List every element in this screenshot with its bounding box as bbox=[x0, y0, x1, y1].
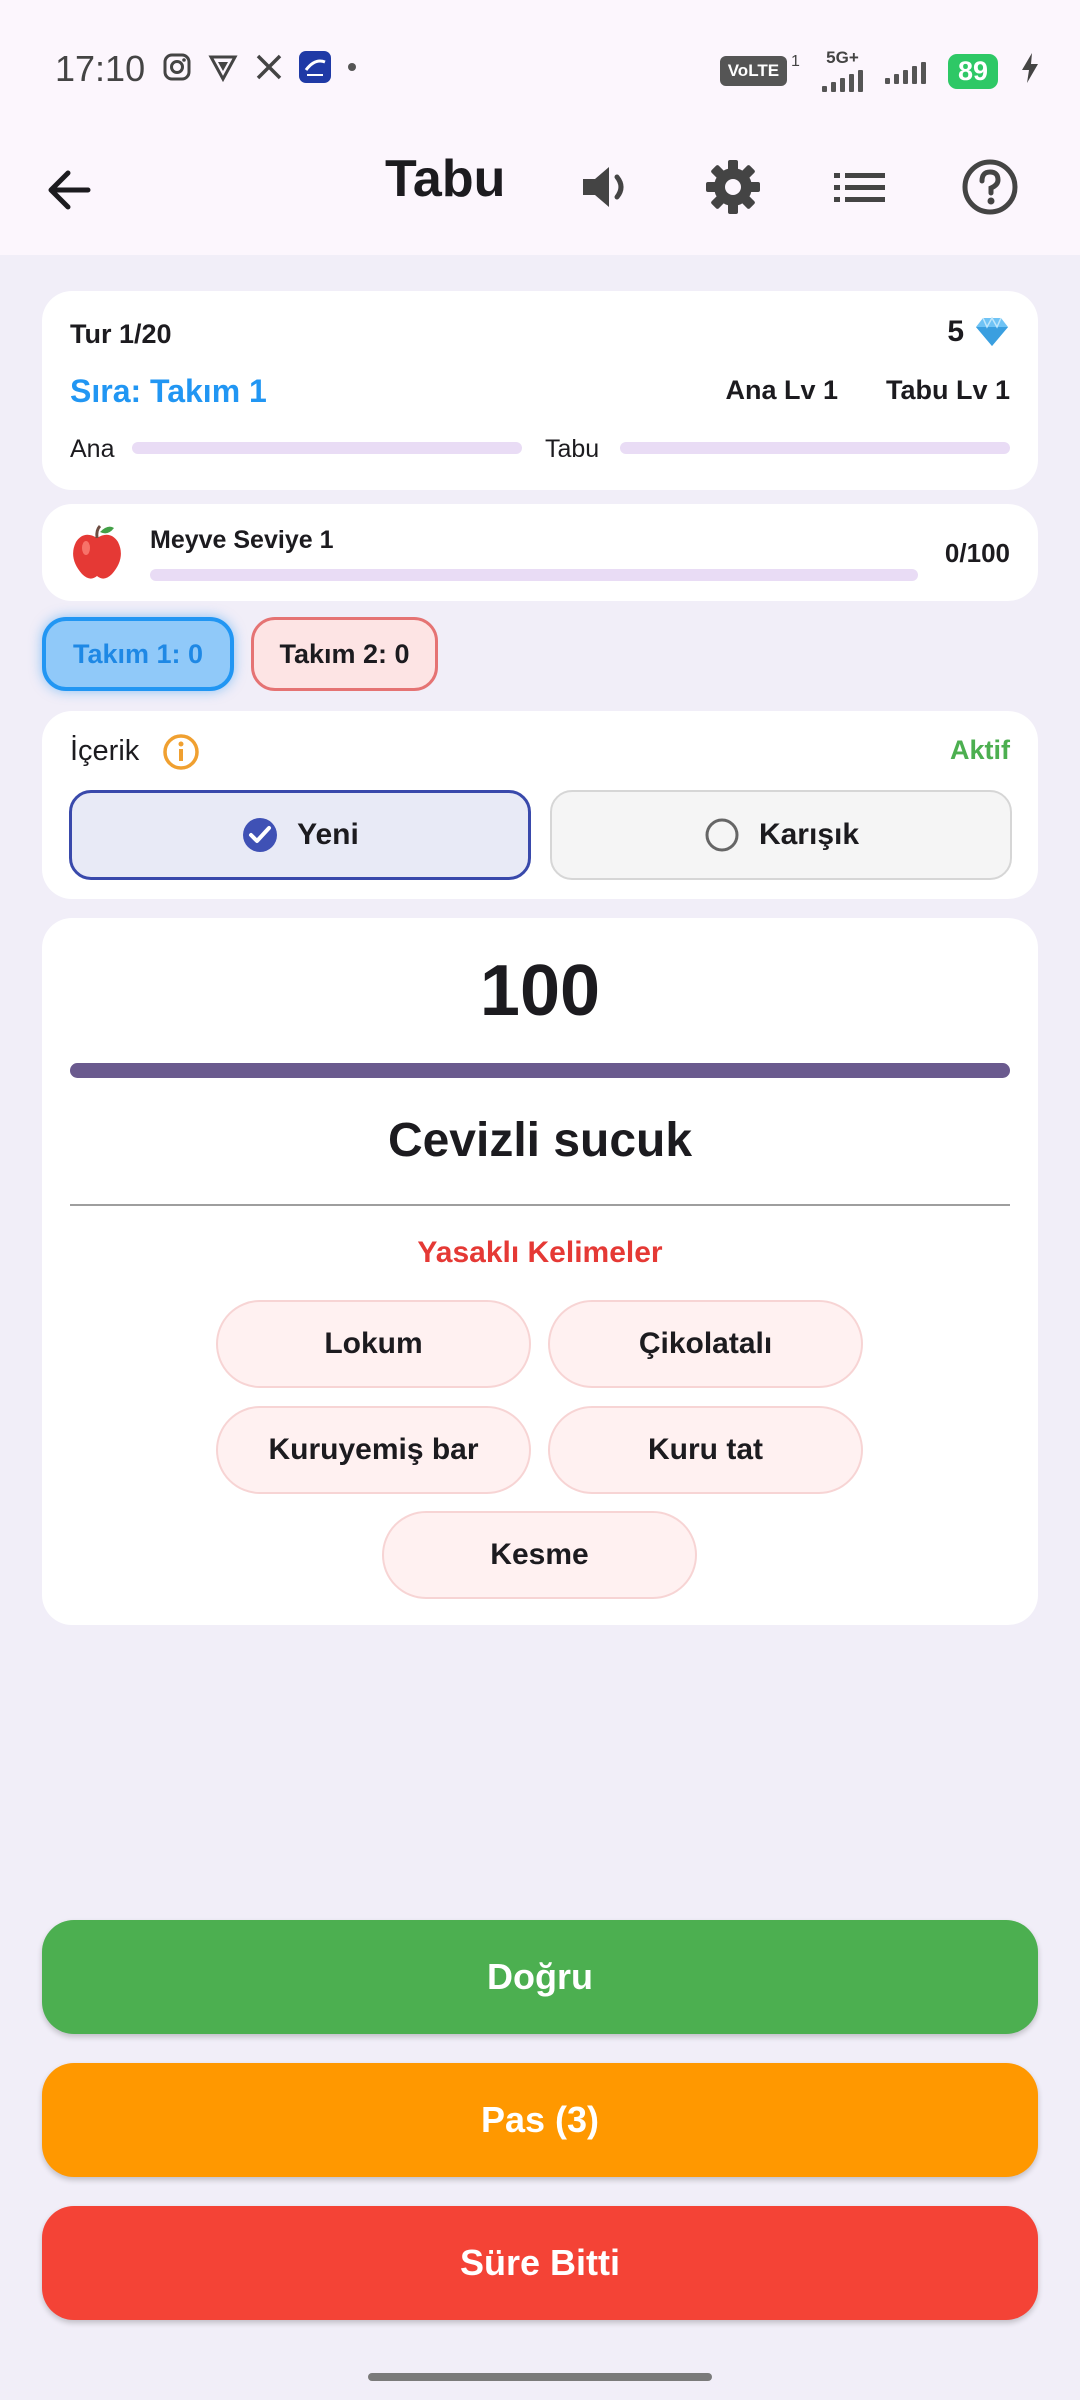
team-1-score-chip[interactable]: Takım 1: 0 bbox=[42, 617, 234, 691]
checked-radio-icon bbox=[243, 818, 278, 852]
app-notification-icon bbox=[298, 50, 332, 84]
apple-icon bbox=[70, 524, 124, 579]
tabu-label: Tabu bbox=[545, 435, 600, 463]
gem-count: 5 bbox=[947, 315, 964, 348]
battery-indicator: 89 bbox=[947, 53, 998, 89]
gem-counter: 5 bbox=[947, 315, 1010, 349]
home-indicator[interactable] bbox=[368, 2373, 712, 2381]
timer-bar-track bbox=[70, 1063, 1010, 1078]
ana-level: Ana Lv 1 bbox=[725, 375, 838, 405]
forbidden-words-title: Yasaklı Kelimeler bbox=[417, 1236, 663, 1269]
list-button[interactable] bbox=[820, 147, 900, 227]
settings-button[interactable] bbox=[693, 147, 773, 227]
gear-icon bbox=[706, 160, 760, 214]
option-new-label: Yeni bbox=[297, 818, 359, 851]
app-bar: Tabu bbox=[0, 135, 1080, 255]
charging-icon bbox=[1020, 52, 1040, 91]
turn-indicator: Sıra: Takım 1 bbox=[70, 373, 267, 409]
diamond-icon bbox=[976, 316, 1008, 346]
status-time: 17:10 bbox=[55, 48, 146, 89]
help-icon bbox=[962, 159, 1018, 215]
forbidden-word: Kuruyemiş bar bbox=[216, 1406, 531, 1494]
option-new[interactable]: Yeni bbox=[69, 790, 531, 880]
category-label: Meyve Seviye 1 bbox=[150, 526, 334, 554]
ana-progress-bar bbox=[132, 442, 522, 454]
sound-button[interactable] bbox=[567, 147, 647, 227]
page-title: Tabu bbox=[385, 150, 506, 208]
system-icons: VoLTE 1 5G+ 89 bbox=[719, 49, 1040, 92]
forbidden-word: Kesme bbox=[382, 1511, 697, 1599]
back-button[interactable] bbox=[40, 155, 110, 225]
target-word: Cevizli sucuk bbox=[387, 1114, 693, 1167]
points-display: 100 bbox=[479, 951, 601, 1031]
content-label: İçerik bbox=[70, 735, 140, 767]
category-score: 0/100 bbox=[944, 538, 1010, 568]
option-mixed[interactable]: Karışık bbox=[550, 790, 1012, 880]
divider bbox=[70, 1204, 1010, 1206]
volume-icon bbox=[583, 167, 624, 207]
ana-label: Ana bbox=[70, 435, 115, 463]
network-5g-icon: 5G+ bbox=[821, 49, 863, 92]
x-icon bbox=[252, 50, 286, 84]
more-notifications-dot bbox=[348, 63, 356, 71]
tabu-level: Tabu Lv 1 bbox=[885, 375, 1010, 405]
unchecked-radio-icon bbox=[705, 818, 739, 852]
option-mixed-label: Karışık bbox=[758, 818, 860, 851]
forbidden-word: Kuru tat bbox=[548, 1406, 863, 1494]
timer-bar-fill bbox=[70, 1063, 1010, 1078]
notification-icons bbox=[160, 50, 356, 84]
help-button[interactable] bbox=[950, 147, 1030, 227]
team-1-score: Takım 1: 0 bbox=[72, 638, 204, 669]
instagram-icon bbox=[160, 50, 194, 84]
back-arrow-icon bbox=[48, 170, 91, 210]
vpn-shield-icon bbox=[206, 50, 240, 84]
signal-icon bbox=[884, 58, 926, 84]
forbidden-word: Lokum bbox=[216, 1300, 531, 1388]
pass-button[interactable]: Pas (3) bbox=[42, 2063, 1038, 2177]
tabu-progress-bar bbox=[620, 442, 1010, 454]
category-card: Meyve Seviye 1 0/100 bbox=[42, 504, 1038, 601]
correct-button[interactable]: Doğru bbox=[42, 1920, 1038, 2034]
info-icon[interactable] bbox=[162, 733, 200, 776]
team-2-score: Takım 2: 0 bbox=[279, 638, 410, 669]
time-up-button[interactable]: Süre Bitti bbox=[42, 2206, 1038, 2320]
category-progress-bar bbox=[150, 569, 918, 581]
sim-number: 1 bbox=[791, 53, 800, 70]
volte-badge: VoLTE bbox=[719, 56, 788, 86]
round-counter: Tur 1/20 bbox=[70, 319, 172, 349]
status-bar: 17:10 VoLTE 1 5G+ 89 bbox=[0, 0, 1080, 135]
list-icon bbox=[834, 173, 885, 202]
forbidden-word: Çikolatalı bbox=[548, 1300, 863, 1388]
correct-button-label: Doğru bbox=[487, 1956, 593, 1997]
content-status: Aktif bbox=[950, 735, 1010, 765]
team-2-score-chip[interactable]: Takım 2: 0 bbox=[251, 617, 438, 691]
time-up-button-label: Süre Bitti bbox=[459, 2242, 620, 2283]
round-info-card: Tur 1/20 5 Sıra: Takım 1 Ana Lv 1 Tabu L… bbox=[42, 291, 1038, 490]
pass-button-label: Pas (3) bbox=[480, 2099, 600, 2140]
